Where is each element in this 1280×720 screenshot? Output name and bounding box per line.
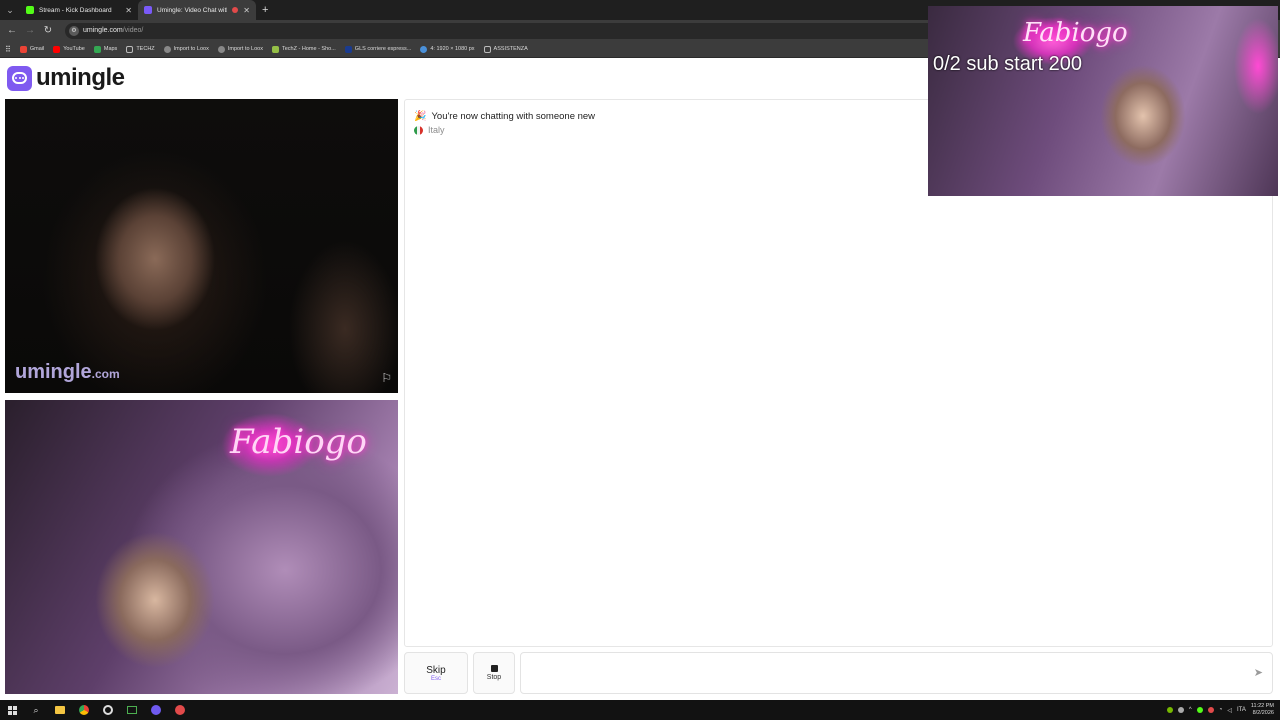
gmail-icon <box>19 45 27 53</box>
globe-icon <box>163 45 171 53</box>
skip-button[interactable]: Skip Esc <box>404 652 468 694</box>
youtube-icon <box>53 45 61 53</box>
send-icon[interactable]: ➤ <box>1254 666 1263 679</box>
tray-app-icon[interactable] <box>1196 707 1203 713</box>
file-explorer-icon[interactable] <box>48 700 72 720</box>
tab-umingle[interactable]: Umingle: Video Chat with S ✕ <box>138 0 256 20</box>
globe-icon <box>420 45 428 53</box>
chrome-icon[interactable] <box>72 700 96 720</box>
skip-label: Skip <box>426 664 446 676</box>
shopify-icon <box>272 45 279 53</box>
folder-icon <box>483 45 491 53</box>
brand-logo[interactable]: umingle <box>7 64 125 92</box>
tab-kick-dashboard[interactable]: Stream - Kick Dashboard ✕ <box>20 0 138 20</box>
party-icon: 🎉 <box>414 111 427 122</box>
new-tab-button[interactable]: + <box>256 4 274 16</box>
chat-status-text: You're now chatting with someone new <box>431 111 596 122</box>
self-video: Fabiogo <box>5 400 398 694</box>
volume-icon[interactable]: ◁ <box>1227 707 1232 714</box>
terminal-icon[interactable] <box>120 700 144 720</box>
chevron-up-icon[interactable]: ^ <box>1189 707 1192 713</box>
site-info-icon[interactable]: ⚙ <box>69 25 79 36</box>
close-icon[interactable]: ✕ <box>243 6 250 15</box>
video-watermark: umingle.com <box>15 361 120 383</box>
country-name: Italy <box>428 125 445 135</box>
tab-title: Umingle: Video Chat with S <box>157 6 227 14</box>
wifi-icon[interactable]: ◔ <box>1219 707 1223 713</box>
sub-goal-text: 0/2 sub start 200 <box>933 53 1082 75</box>
tab-search-icon[interactable]: ⌄ <box>0 0 20 20</box>
search-icon[interactable]: ⌕ <box>24 700 48 720</box>
stop-icon <box>490 665 498 672</box>
apps-icon[interactable]: ⠿ <box>5 45 11 54</box>
tab-title: Stream - Kick Dashboard <box>39 6 112 14</box>
clock[interactable]: 11:22 PM 8/2/2026 <box>1251 703 1274 717</box>
stranger-video-feed <box>5 99 398 393</box>
chat-bubble-icon <box>7 65 32 91</box>
bookmark-gmail[interactable]: Gmail <box>19 45 44 53</box>
url-text: umingle.com/video/ <box>83 27 144 34</box>
globe-icon <box>217 45 225 53</box>
brand-name: umingle <box>36 64 125 91</box>
tray-app-icon[interactable] <box>1207 707 1214 713</box>
stop-label: Stop <box>486 674 502 681</box>
recording-icon <box>232 7 239 13</box>
bookmark-resolution[interactable]: 4: 1920 × 1080 px <box>420 45 475 53</box>
bookmark-import-loox-1[interactable]: Import to Loox <box>163 45 209 53</box>
kick-icon <box>26 6 34 14</box>
chat-controls: Skip Esc Stop ➤ <box>404 652 1273 694</box>
stream-webcam-overlay: Fabiogo 0/2 sub start 200 <box>928 6 1278 196</box>
clock-date: 8/2/2026 <box>1252 710 1274 716</box>
reload-icon[interactable]: ↻ <box>41 24 55 38</box>
chat-status-line: 🎉 You're now chatting with someone new <box>414 111 595 122</box>
start-icon[interactable] <box>0 700 24 720</box>
italy-flag-icon <box>414 125 423 135</box>
windows-taskbar: ⌕ ^ ◔ ◁ ITA 11:22 PM 8/2/2026 <box>0 700 1280 720</box>
stop-button[interactable]: Stop <box>473 652 515 694</box>
skip-shortcut: Esc <box>430 675 441 682</box>
tray-app-icon[interactable] <box>1177 707 1184 713</box>
umingle-icon <box>144 6 152 14</box>
bookmark-techz-home[interactable]: TechZ - Home - Sho... <box>272 45 336 53</box>
system-tray: ^ ◔ ◁ ITA 11:22 PM 8/2/2026 <box>1166 703 1280 717</box>
address-bar[interactable]: ⚙ umingle.com/video/ <box>65 22 945 39</box>
stranger-video: umingle.com ⚐ <box>5 99 398 393</box>
clock-time: 11:22 PM <box>1250 703 1274 709</box>
gls-icon <box>344 45 352 53</box>
bookmark-assistenza[interactable]: ASSISTENZA <box>483 45 528 53</box>
forward-icon[interactable]: → <box>23 24 37 38</box>
language-indicator[interactable]: ITA <box>1237 707 1246 713</box>
message-input[interactable] <box>520 652 1273 694</box>
neon-sign: Fabiogo <box>230 422 367 462</box>
bookmark-maps[interactable]: Maps <box>93 45 117 53</box>
bookmark-youtube[interactable]: YouTube <box>53 45 85 53</box>
bookmark-gls[interactable]: GLS corriere espress... <box>344 45 411 53</box>
back-icon[interactable]: ← <box>5 24 19 38</box>
maps-icon <box>93 45 101 53</box>
recorder-icon[interactable] <box>168 700 192 720</box>
chat-country-line: Italy <box>414 125 445 135</box>
obs-icon[interactable] <box>96 700 120 720</box>
nvidia-icon[interactable] <box>1166 707 1173 713</box>
discord-icon[interactable] <box>144 700 168 720</box>
overlay-neon-sign: Fabiogo <box>1023 18 1128 48</box>
bookmark-import-loox-2[interactable]: Import to Loox <box>217 45 263 53</box>
report-flag-icon[interactable]: ⚐ <box>381 371 392 385</box>
close-icon[interactable]: ✕ <box>125 6 132 15</box>
folder-icon <box>126 45 134 53</box>
bookmark-techz[interactable]: TECHZ <box>126 45 155 53</box>
